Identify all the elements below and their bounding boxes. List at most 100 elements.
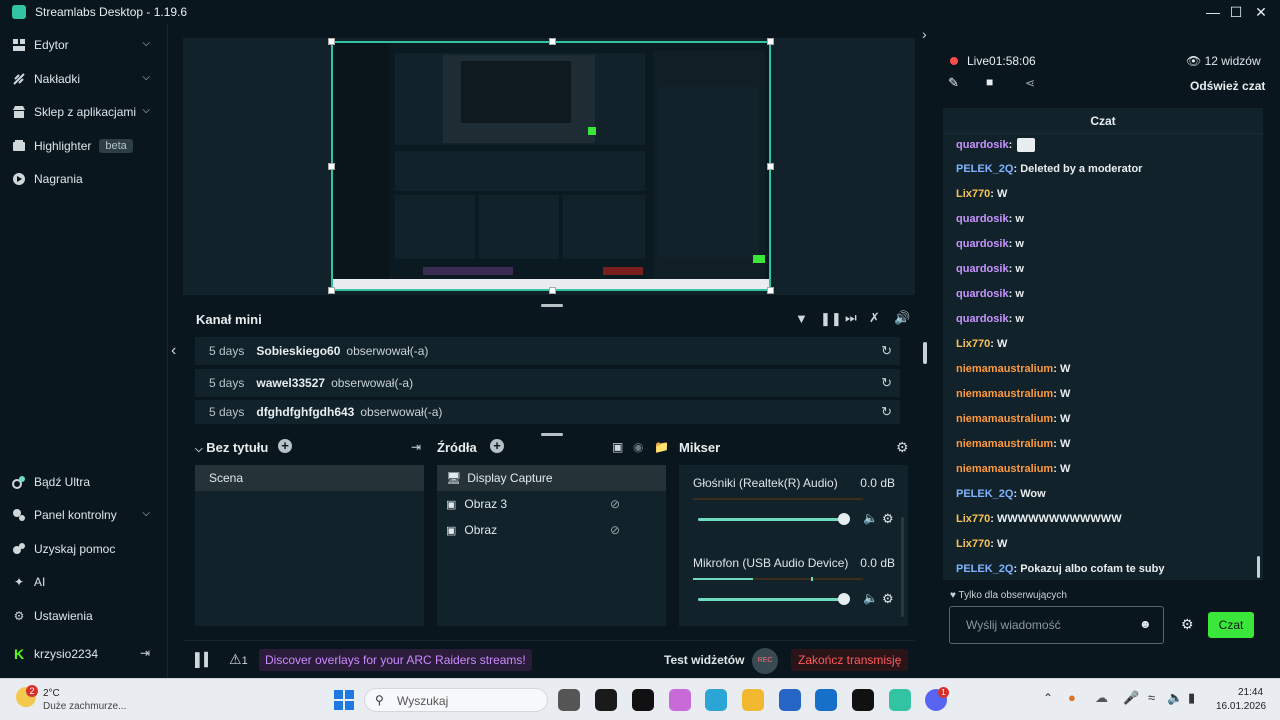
clips-icon[interactable]: ■ xyxy=(986,75,993,89)
speaker-icon[interactable]: 🔈 xyxy=(1167,690,1183,706)
gear-icon[interactable]: ⚙ xyxy=(882,511,894,527)
streamlabs-taskbar-icon[interactable] xyxy=(889,689,911,711)
chat-settings-gear-icon[interactable]: ⚙ xyxy=(1181,616,1194,633)
minimize-icon[interactable]: — xyxy=(1204,3,1222,21)
add-source-icon[interactable]: + xyxy=(490,439,504,453)
tray-chevron-icon[interactable]: ⌃ xyxy=(1043,691,1053,705)
chevron-down-icon[interactable]: ⌵ xyxy=(142,72,150,83)
chat-username[interactable]: niemamaustralium xyxy=(956,388,1053,400)
filter-icon[interactable]: ▼ xyxy=(795,311,808,326)
sidebar-item-editor[interactable]: Edytor ⌵ xyxy=(12,34,162,56)
taskbar-search[interactable]: ⚲ Wyszukaj xyxy=(364,688,548,712)
sidebar-item-recordings[interactable]: Nagrania xyxy=(12,168,162,190)
chevron-down-icon[interactable]: ⌵ xyxy=(142,508,150,519)
chat-username[interactable]: quardosik xyxy=(956,238,1009,250)
test-widgets-button[interactable]: Test widżetów xyxy=(664,653,744,667)
chat-username[interactable]: niemamaustralium xyxy=(956,463,1053,475)
collapse-right-icon[interactable]: › xyxy=(922,26,927,42)
chat-username[interactable]: Lix770 xyxy=(956,338,990,350)
visibility-off-icon[interactable]: ⊘ xyxy=(610,523,620,537)
end-stream-button[interactable]: Zakończ transmisję xyxy=(791,649,909,671)
resize-grip[interactable] xyxy=(541,433,563,436)
sidebar-item-ultra[interactable]: Bądź Ultra xyxy=(12,471,162,493)
gear-icon[interactable]: ⚙ xyxy=(882,591,894,607)
chat-username[interactable]: niemamaustralium xyxy=(956,438,1053,450)
chat-username[interactable]: niemamaustralium xyxy=(956,413,1053,425)
share-icon[interactable]: ⋖ xyxy=(1025,76,1035,90)
tiktok-icon[interactable] xyxy=(852,689,874,711)
chat-username[interactable]: PELEK_2Q xyxy=(956,563,1013,575)
sidebar-item-dashboard[interactable]: Panel kontrolny ⌵ xyxy=(12,504,162,526)
promo-banner[interactable]: Discover overlays for your ARC Raiders s… xyxy=(259,649,532,671)
repeat-alert-icon[interactable]: ↻ xyxy=(881,343,892,359)
chat-username[interactable]: quardosik xyxy=(956,288,1009,300)
chevron-down-icon[interactable]: ⌵ xyxy=(195,444,203,455)
volume-icon[interactable]: 🔈 xyxy=(863,591,878,605)
chat-scrollbar[interactable] xyxy=(1257,556,1260,578)
sidebar-user[interactable]: K krzysio2234 ⇥ xyxy=(12,643,162,665)
chat-username[interactable]: quardosik xyxy=(956,313,1009,325)
tray-app-icon[interactable]: ● xyxy=(1068,690,1076,705)
battery-icon[interactable]: ▮ xyxy=(1188,690,1195,706)
scene-collection-title[interactable]: Bez tytułu xyxy=(206,440,268,455)
repeat-alert-icon[interactable]: ↻ xyxy=(881,375,892,391)
source-item[interactable]: ▣ Obraz 3 ⊘ xyxy=(437,491,666,517)
store-icon[interactable] xyxy=(779,689,801,711)
sidebar-item-app-store[interactable]: Sklep z aplikacjami ⌵ xyxy=(12,101,162,123)
edge-icon[interactable] xyxy=(705,689,727,711)
add-display-icon[interactable]: ▣ xyxy=(612,440,623,454)
volume-icon[interactable]: 🔊 xyxy=(894,310,910,326)
windows-start-icon[interactable] xyxy=(334,690,354,710)
stats-icon[interactable]: ▌▍ xyxy=(195,652,214,668)
source-item[interactable]: ▣ Obraz ⊘ xyxy=(437,517,666,543)
volume-icon[interactable]: 🔈 xyxy=(863,511,878,525)
scene-transitions-icon[interactable]: ⇥ xyxy=(411,440,421,454)
record-button[interactable]: REC xyxy=(752,648,778,674)
add-scene-icon[interactable]: + xyxy=(278,439,292,453)
skip-icon[interactable]: ⏭ xyxy=(845,310,857,326)
clock-time[interactable]: 21:44 xyxy=(1238,687,1263,698)
chat-username[interactable]: niemamaustralium xyxy=(956,363,1053,375)
chevron-down-icon[interactable]: ⌵ xyxy=(142,105,150,116)
tray-cloud-icon[interactable]: ☁ xyxy=(1095,690,1108,706)
clock-date[interactable]: 16.01.2026 xyxy=(1216,701,1266,712)
wifi-icon[interactable]: ≈ xyxy=(1148,690,1155,705)
outlook-icon[interactable] xyxy=(815,689,837,711)
scene-item[interactable]: Scena xyxy=(195,465,424,491)
sidebar-item-settings[interactable]: ⚙ Ustawienia xyxy=(12,605,162,627)
scrollbar[interactable] xyxy=(923,342,927,364)
file-explorer-icon[interactable] xyxy=(742,689,764,711)
chat-username[interactable]: Lix770 xyxy=(956,513,990,525)
mute-alerts-icon[interactable]: ✗ xyxy=(869,310,880,326)
stream-preview[interactable] xyxy=(328,38,774,294)
chevron-left-icon[interactable]: ‹ xyxy=(171,342,176,360)
scrollbar[interactable] xyxy=(901,517,904,617)
sidebar-item-ai[interactable]: ✦ AI xyxy=(12,571,162,593)
app-nch-icon[interactable] xyxy=(595,689,617,711)
repeat-alert-icon[interactable]: ↻ xyxy=(881,404,892,420)
copilot-icon[interactable] xyxy=(669,689,691,711)
logout-icon[interactable]: ⇥ xyxy=(140,646,150,660)
chat-input[interactable]: Wyślij wiadomość ☻ xyxy=(949,606,1164,644)
microphone-icon[interactable]: 🎤 xyxy=(1123,690,1139,706)
source-item[interactable]: 🖥 Display Capture xyxy=(437,465,666,491)
chat-username[interactable]: Lix770 xyxy=(956,538,990,550)
send-chat-button[interactable]: Czat xyxy=(1208,612,1254,638)
chat-username[interactable]: quardosik xyxy=(956,213,1009,225)
visibility-off-icon[interactable]: ⊘ xyxy=(610,497,620,511)
maximize-icon[interactable]: ☐ xyxy=(1227,3,1245,21)
chat-username[interactable]: quardosik xyxy=(956,139,1009,151)
sidebar-item-overlays[interactable]: Nakładki ⌵ xyxy=(12,68,162,90)
volume-slider[interactable] xyxy=(698,593,850,605)
chat-username[interactable]: PELEK_2Q xyxy=(956,163,1013,175)
close-icon[interactable]: ✕ xyxy=(1252,3,1270,21)
sidebar-item-highlighter[interactable]: Highlighter beta xyxy=(12,135,162,157)
alert-icon[interactable]: ⚠1 xyxy=(229,651,248,668)
chat-username[interactable]: Lix770 xyxy=(956,188,990,200)
add-camera-icon[interactable]: ◉ xyxy=(633,440,643,454)
task-view-icon[interactable] xyxy=(558,689,580,711)
gear-icon[interactable]: ⚙ xyxy=(896,439,909,456)
add-folder-icon[interactable]: 📁 xyxy=(654,440,669,454)
pause-icon[interactable]: ❚❚ xyxy=(820,311,842,327)
refresh-chat-button[interactable]: Odśwież czat xyxy=(1190,79,1265,93)
